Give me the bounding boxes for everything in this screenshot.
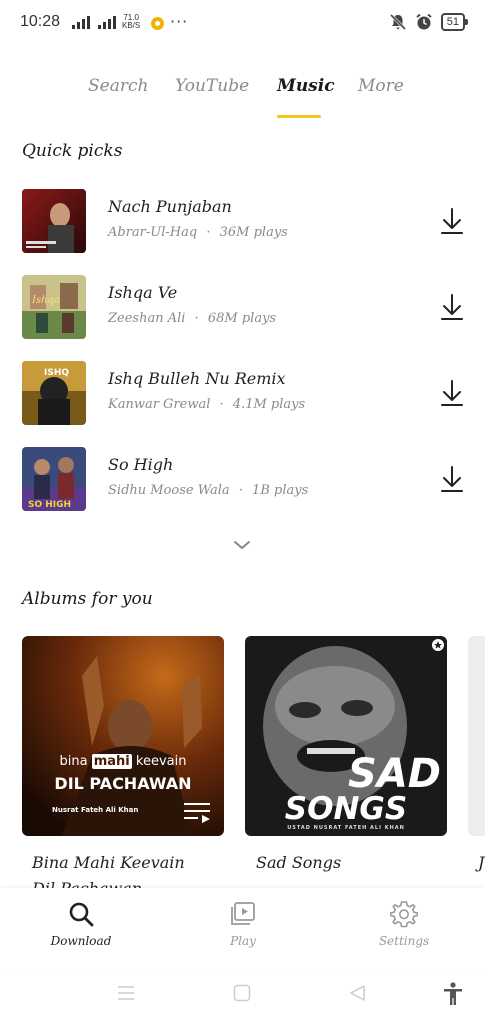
song-thumbnail: SO HIGH <box>22 447 86 511</box>
mute-bell-icon <box>389 13 406 31</box>
chevron-down-icon[interactable] <box>229 536 255 554</box>
album-cover-line1: SAD <box>348 751 441 797</box>
meta-separator: · <box>206 225 211 240</box>
album-card[interactable]: bina mahi keevain DIL PACHAWAN Nusrat Fa… <box>22 636 224 836</box>
alarm-icon <box>416 13 432 30</box>
song-meta: Abrar-Ul-Haq · 36M plays <box>108 225 288 240</box>
bottom-nav: Download Play Settings <box>0 888 485 970</box>
system-nav-bar <box>0 970 485 1024</box>
download-icon[interactable] <box>439 379 465 407</box>
status-right-group: 51 <box>389 13 469 31</box>
svg-text:Ishqa: Ishqa <box>31 295 60 306</box>
meta-separator: · <box>194 311 199 326</box>
menu-icon[interactable] <box>117 984 135 1002</box>
tab-youtube[interactable]: YouTube <box>175 76 249 96</box>
app-notification-icon <box>151 17 164 30</box>
status-bar: 10:28 71.0 KB/S ··· 51 <box>0 0 485 48</box>
song-artist: Zeeshan Ali <box>108 311 186 326</box>
song-plays: 36M plays <box>219 225 288 240</box>
network-speed: 71.0 KB/S <box>122 14 140 30</box>
home-icon[interactable] <box>233 984 251 1002</box>
song-thumbnail: ISHQ <box>22 361 86 425</box>
song-meta: Kanwar Grewal · 4.1M plays <box>108 397 305 412</box>
song-plays: 4.1M plays <box>232 397 306 412</box>
song-row[interactable]: ISHQ Ishq Bulleh Nu Remix Kanwar Grewal … <box>0 357 485 429</box>
album-card-partial[interactable] <box>468 636 485 836</box>
search-icon <box>69 902 94 927</box>
download-icon[interactable] <box>439 465 465 493</box>
song-meta: Sidhu Moose Wala · 1B plays <box>108 483 308 498</box>
meta-separator: · <box>219 397 224 412</box>
battery-indicator: 51 <box>440 13 469 31</box>
nav-label: Settings <box>378 934 430 948</box>
nav-label: Download <box>50 934 112 948</box>
nav-label: Play <box>230 934 256 948</box>
song-artist: Abrar-Ul-Haq <box>108 225 198 240</box>
song-meta: Zeeshan Ali · 68M plays <box>108 311 276 326</box>
status-time: 10:28 <box>20 13 61 30</box>
album-cover-artist: Nusrat Fateh Ali Khan <box>52 806 139 814</box>
meta-separator: · <box>238 483 243 498</box>
song-plays: 68M plays <box>207 311 277 326</box>
back-icon[interactable] <box>348 984 366 1002</box>
network-speed-unit: KB/S <box>122 21 141 30</box>
top-tabs: Search YouTube Music More <box>0 76 485 120</box>
album-cover-line1: bina mahi keevain <box>22 754 224 769</box>
album-cover-line2: DIL PACHAWAN <box>54 774 192 793</box>
album-cover-artist: USTAD NUSRAT FATEH ALI KHAN <box>287 825 405 831</box>
svg-text:ISHQ: ISHQ <box>44 368 69 378</box>
song-row[interactable]: SO HIGH So High Sidhu Moose Wala · 1B pl… <box>0 443 485 515</box>
song-row[interactable]: Ishqa Ishqa Ve Zeeshan Ali · 68M plays <box>0 271 485 343</box>
active-tab-indicator <box>277 115 321 118</box>
song-plays: 1B plays <box>252 483 309 498</box>
nav-play[interactable]: Play <box>193 900 293 948</box>
song-artist: Sidhu Moose Wala <box>108 483 230 498</box>
accessibility-icon[interactable] <box>442 982 464 1006</box>
album-card[interactable]: SAD SONGS USTAD NUSRAT FATEH ALI KHAN <box>245 636 447 836</box>
cover-word-highlight: mahi <box>91 754 132 769</box>
tab-music[interactable]: Music <box>277 76 335 96</box>
song-artist: Kanwar Grewal <box>108 397 211 412</box>
song-title: So High <box>108 455 174 474</box>
albums-title: Albums for you <box>22 589 153 609</box>
more-notifications-icon: ··· <box>170 12 189 31</box>
video-library-icon <box>231 902 255 925</box>
download-icon[interactable] <box>439 293 465 321</box>
album-title: Bina Mahi Keevain Dil Pachawan <box>32 853 185 898</box>
cover-word: keevain <box>135 754 187 769</box>
song-thumbnail <box>22 189 86 253</box>
album-title: Sad Songs <box>256 853 342 872</box>
album-title-partial: J <box>478 853 485 872</box>
album-cover-line2: SONGS <box>284 791 408 827</box>
tab-search[interactable]: Search <box>88 76 148 96</box>
quick-picks-title: Quick picks <box>22 141 123 161</box>
cover-word: bina <box>59 754 88 769</box>
song-row[interactable]: Nach Punjaban Abrar-Ul-Haq · 36M plays <box>0 185 485 257</box>
song-thumbnail: Ishqa <box>22 275 86 339</box>
song-title: Ishq Bulleh Nu Remix <box>108 369 286 388</box>
svg-text:SO HIGH: SO HIGH <box>28 500 71 510</box>
signal-icon <box>72 15 116 29</box>
nav-settings[interactable]: Settings <box>354 900 454 948</box>
song-title: Nach Punjaban <box>108 197 232 216</box>
tab-more[interactable]: More <box>358 76 404 96</box>
nav-download[interactable]: Download <box>31 900 131 948</box>
song-title: Ishqa Ve <box>108 283 178 302</box>
playlist-icon <box>184 803 210 823</box>
gear-icon <box>390 901 418 928</box>
download-icon[interactable] <box>439 207 465 235</box>
